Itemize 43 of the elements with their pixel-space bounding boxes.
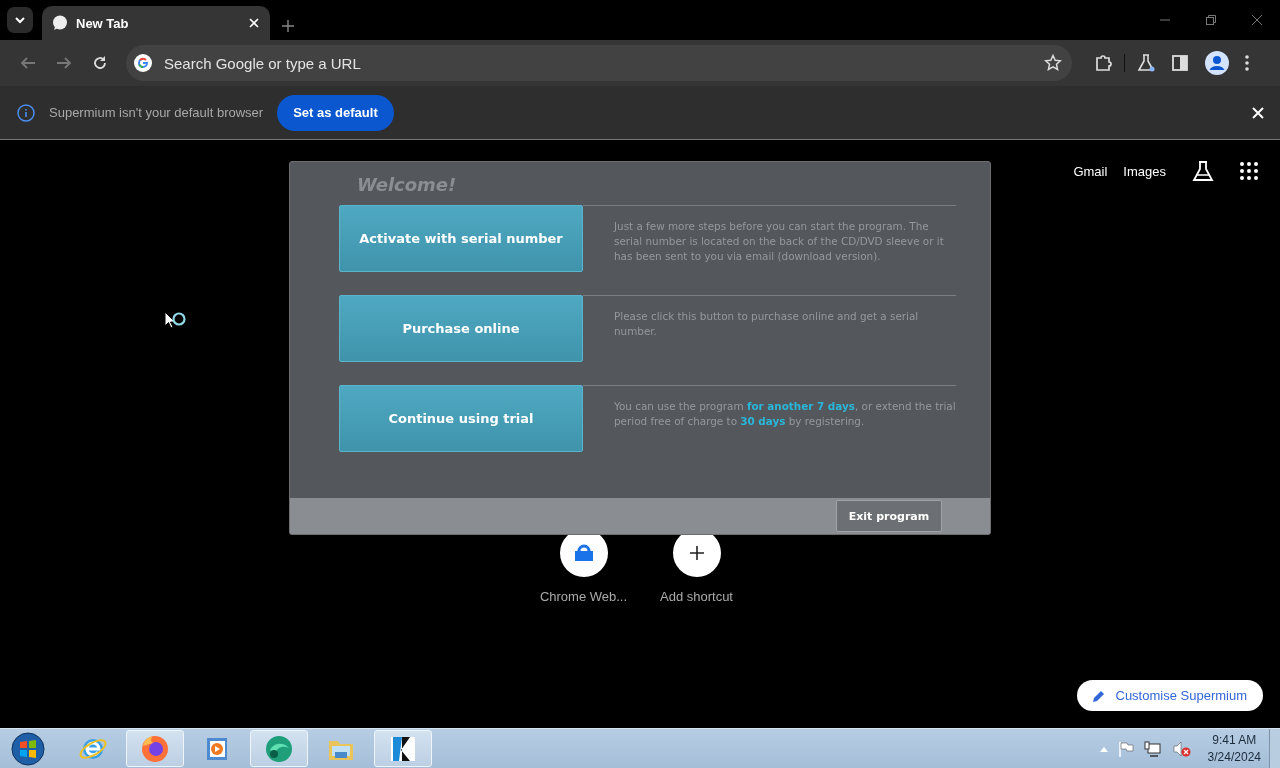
clock-date: 3/24/2024 bbox=[1207, 748, 1261, 766]
browser-tab[interactable]: New Tab bbox=[42, 6, 270, 40]
swirl-globe-icon bbox=[264, 733, 294, 764]
flask-icon[interactable] bbox=[1137, 54, 1155, 72]
set-default-button[interactable]: Set as default bbox=[277, 94, 394, 131]
side-panel-icon[interactable] bbox=[1171, 54, 1189, 72]
flag-icon[interactable] bbox=[1117, 740, 1134, 757]
address-bar[interactable]: Search Google or type a URL bbox=[126, 45, 1072, 81]
menu-icon[interactable] bbox=[1245, 55, 1249, 71]
header-link[interactable]: Gmail bbox=[1073, 163, 1108, 179]
star-icon[interactable] bbox=[1044, 54, 1062, 72]
profile-avatar-icon[interactable] bbox=[1205, 51, 1229, 75]
clock-time: 9:41 AM bbox=[1212, 731, 1257, 749]
system-clock[interactable]: 9:41 AM 3/24/2024 bbox=[1207, 731, 1261, 766]
start-orb-icon[interactable] bbox=[11, 731, 45, 766]
speech-bubble-icon bbox=[52, 15, 68, 31]
taskbar-button[interactable] bbox=[374, 730, 432, 767]
infobar-message: Supermium isn't your default browser bbox=[49, 105, 264, 120]
busy-spinner-icon bbox=[171, 311, 187, 327]
exit-program-button[interactable]: Exit program bbox=[836, 500, 942, 532]
plus-icon[interactable] bbox=[282, 20, 294, 32]
apps-grid-icon[interactable] bbox=[1240, 162, 1258, 180]
back-arrow-icon[interactable] bbox=[20, 55, 36, 71]
taskbar-button[interactable] bbox=[250, 730, 308, 767]
option-description: Just a few more steps before you can start the program. The serial number is located on the back of the CD/DVD sleeve or it has been sent to you via email (download version). bbox=[614, 219, 945, 264]
tab-list-button[interactable] bbox=[7, 7, 33, 33]
header-link[interactable]: Images bbox=[1123, 163, 1166, 179]
google-logo-icon bbox=[134, 54, 152, 72]
mouse-pointer-icon bbox=[164, 311, 176, 329]
restore-icon[interactable] bbox=[1206, 15, 1216, 25]
fox-globe-icon bbox=[140, 733, 170, 764]
network-icon[interactable] bbox=[1143, 740, 1162, 757]
puzzle-piece-icon[interactable] bbox=[1094, 54, 1112, 72]
forward-arrow-icon[interactable] bbox=[56, 55, 72, 71]
chevron-down-icon bbox=[14, 14, 26, 26]
customise-button[interactable]: Customise Supermium bbox=[1076, 680, 1263, 711]
plus-icon bbox=[689, 546, 704, 560]
option-description: Please click this button to purchase online and get a serial number. bbox=[614, 309, 920, 339]
option-description: You can use the program for another 7 days, or extend the trial period free of charge to 30 days by registering. bbox=[614, 399, 956, 429]
muted-speaker-icon[interactable] bbox=[1171, 740, 1192, 757]
info-icon bbox=[17, 103, 35, 122]
pencil-icon bbox=[1091, 688, 1106, 703]
reload-icon[interactable] bbox=[92, 55, 108, 71]
